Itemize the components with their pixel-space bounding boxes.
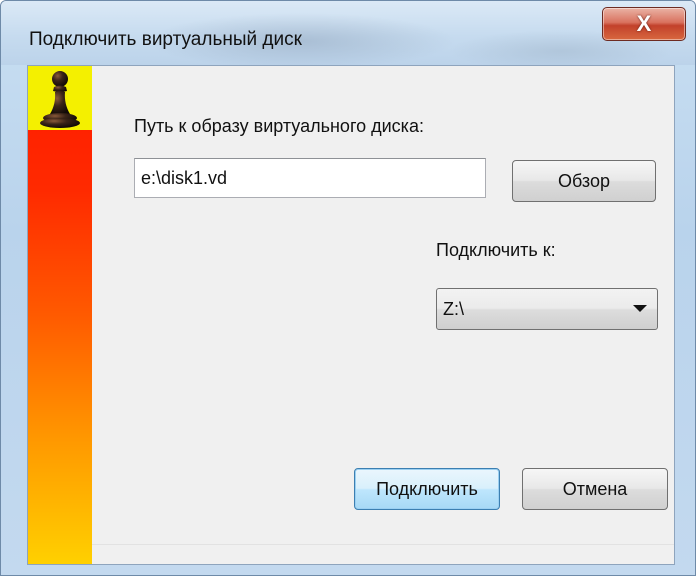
title-bar[interactable]: Подключить виртуальный диск X	[1, 1, 695, 65]
image-path-input[interactable]	[134, 158, 486, 198]
mount-to-label: Подключить к:	[436, 240, 556, 260]
dialog-window: Подключить виртуальный диск X Путь к обр…	[0, 0, 696, 576]
browse-button[interactable]: Обзор	[512, 160, 656, 202]
image-path-label: Путь к образу виртуального диска:	[134, 116, 424, 136]
chess-pawn-icon	[40, 71, 80, 128]
chevron-down-icon[interactable]	[633, 305, 647, 312]
close-button[interactable]: X	[602, 7, 686, 41]
connect-button[interactable]: Подключить	[354, 468, 500, 510]
drive-letter-select[interactable]: Z:\	[436, 288, 658, 330]
window-title: Подключить виртуальный диск	[29, 29, 302, 50]
close-icon: X	[636, 11, 652, 36]
dialog-client-area: Путь к образу виртуального диска: Обзор …	[27, 65, 675, 565]
side-banner	[28, 66, 92, 564]
divider	[92, 544, 674, 545]
cancel-button[interactable]: Отмена	[522, 468, 668, 510]
drive-letter-value: Z:\	[443, 299, 464, 319]
